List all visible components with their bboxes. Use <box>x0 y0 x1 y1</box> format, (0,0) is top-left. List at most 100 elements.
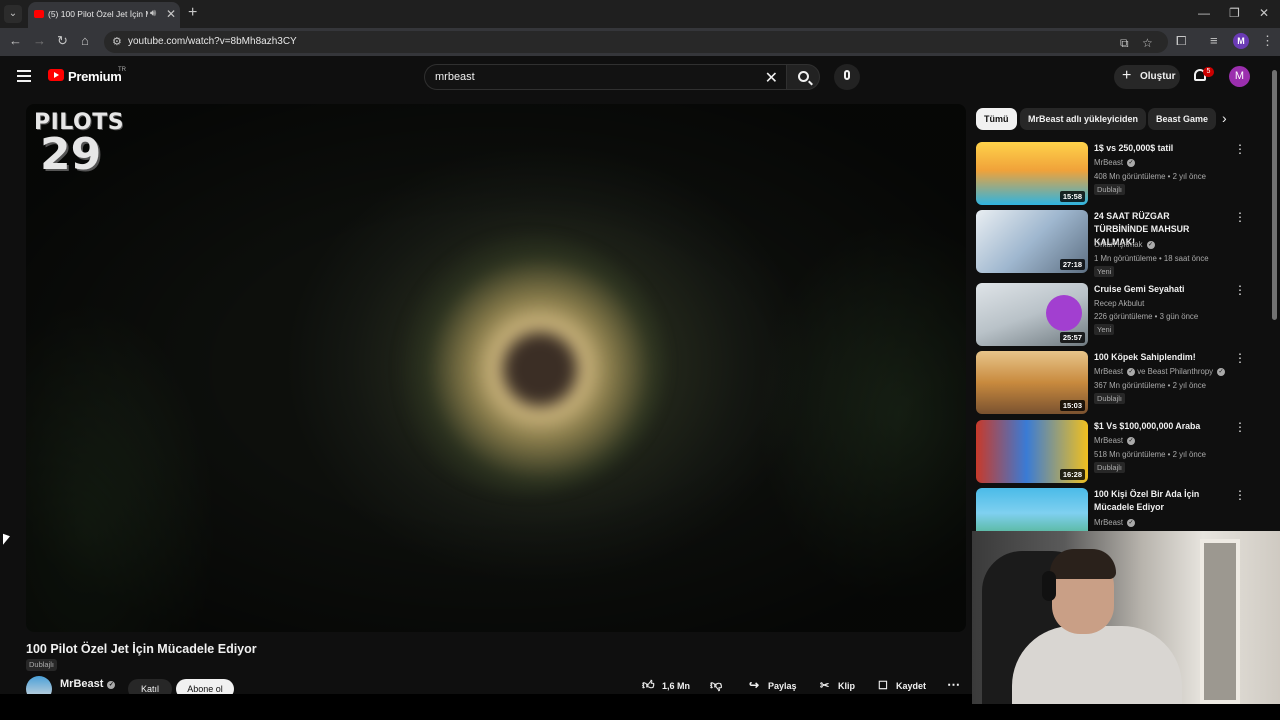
chip-all[interactable]: Tümü <box>976 108 1017 130</box>
more-actions-icon[interactable]: ⋯ <box>947 677 960 693</box>
search-input[interactable]: mrbeast ✕ <box>424 64 786 90</box>
chips-next-chevron-icon[interactable]: › <box>1222 110 1227 126</box>
voice-search-button[interactable] <box>834 64 860 90</box>
new-tag: Yeni <box>1094 266 1115 277</box>
more-options-icon[interactable]: ⋮ <box>1234 284 1246 296</box>
clip-button[interactable]: Klip <box>838 681 855 691</box>
youtube-masthead: Premium TR mrbeast ✕ + Oluştur 5 M <box>0 56 1280 98</box>
create-button[interactable]: + Oluştur <box>1114 65 1180 89</box>
forward-icon[interactable]: → <box>33 33 46 48</box>
recommendation-channel: MrBeast ✓ ve Beast Philanthropy ✓ <box>1094 367 1226 376</box>
video-thumbnail[interactable]: 27:18 <box>976 210 1088 273</box>
search-button[interactable] <box>786 64 820 90</box>
recommendation-title: $1 Vs $100,000,000 Araba <box>1094 421 1201 431</box>
channel-extra-text: ve Beast Philanthropy <box>1137 367 1214 376</box>
recommendation-item[interactable]: 15:58 1$ vs 250,000$ tatil MrBeast ✓ 408 … <box>976 142 1246 206</box>
video-vignette <box>26 104 966 632</box>
youtube-logo-icon[interactable] <box>48 69 64 81</box>
video-thumbnail[interactable] <box>976 488 1088 531</box>
back-icon[interactable]: ← <box>9 33 22 48</box>
extensions-icon[interactable]: ⧠ <box>1176 33 1186 49</box>
more-options-icon[interactable]: ⋮ <box>1234 143 1246 155</box>
home-icon[interactable]: ⌂ <box>81 33 89 48</box>
more-options-icon[interactable]: ⋮ <box>1234 352 1246 364</box>
create-label: Oluştur <box>1140 71 1176 82</box>
site-info-icon[interactable]: ⚙ <box>112 35 122 48</box>
recommendation-item[interactable]: 27:18 24 SAAT RÜZGAR TÜRBİNİNDE MAHSUR K… <box>976 210 1246 277</box>
more-options-icon[interactable]: ⋮ <box>1234 211 1246 223</box>
duration-badge: 25:57 <box>1059 332 1085 343</box>
account-avatar[interactable]: M <box>1229 66 1250 87</box>
browser-profile-avatar[interactable]: M <box>1233 33 1249 49</box>
chip-beast-games[interactable]: Beast Game <box>1148 108 1216 130</box>
window-close-icon[interactable]: ✕ <box>1259 6 1269 20</box>
reload-icon[interactable]: ↻ <box>57 33 68 49</box>
duration-badge: 15:58 <box>1059 191 1085 202</box>
recommendation-title: Cruise Gemi Seyahati <box>1094 284 1185 294</box>
channel-name[interactable]: MrBeast ✓ <box>60 678 116 690</box>
new-tag: Yeni <box>1094 324 1115 335</box>
video-thumbnail[interactable]: 15:58 <box>976 142 1088 205</box>
media-controls-icon[interactable]: ≡ <box>1210 33 1218 48</box>
recommendation-item[interactable]: 15:03 100 Köpek Sahiplendim! MrBeast ✓ ve… <box>976 351 1246 415</box>
recommendation-stats: 408 Mn görüntüleme • 2 yıl önce <box>1094 172 1206 181</box>
recommendation-item[interactable]: 100 Kişi Özel Bir Ada İçin Mücadele Ediy… <box>976 488 1246 531</box>
browser-toolbar: ← → ↻ ⌂ ⚙ youtube.com/watch?v=8bMh8azh3C… <box>0 28 1280 56</box>
clip-scissors-icon[interactable]: ✂ <box>820 679 829 692</box>
duration-badge: 15:03 <box>1059 400 1085 411</box>
video-title: 100 Pilot Özel Jet İçin Mücadele Ediyor <box>26 642 257 656</box>
video-thumbnail[interactable]: 15:03 <box>976 351 1088 414</box>
recommendation-title: 100 Köpek Sahiplendim! <box>1094 352 1196 362</box>
share-icon[interactable]: ↪ <box>749 678 759 692</box>
pilots-count: 29 <box>40 129 102 180</box>
save-playlist-icon[interactable]: ☐ <box>878 679 888 692</box>
audio-playing-icon[interactable]: 🔊︎ <box>150 8 156 19</box>
recommendation-channel: MrBeast ✓ <box>1094 158 1136 167</box>
browser-tabstrip: ⌄ (5) 100 Pilot Özel Jet İçin Mü 🔊︎ ✕ + … <box>0 0 1280 28</box>
restore-icon[interactable]: ❐ <box>1229 6 1240 20</box>
clear-search-icon[interactable]: ✕ <box>765 68 778 88</box>
verified-icon: ✓ <box>1127 159 1136 167</box>
webcam-overlay <box>972 531 1280 704</box>
plus-icon: + <box>1122 67 1132 84</box>
more-options-icon[interactable]: ⋮ <box>1234 489 1246 501</box>
microphone-icon <box>844 70 850 80</box>
page-scrollbar[interactable] <box>1272 70 1277 320</box>
recommendation-item[interactable]: 25:57 Cruise Gemi Seyahati Recep Akbulut… <box>976 283 1246 347</box>
like-count[interactable]: 1,6 Mn <box>662 681 690 691</box>
bookmark-star-icon[interactable]: ☆ <box>1142 36 1153 50</box>
browser-menu-icon[interactable]: ⋮ <box>1261 33 1274 49</box>
tab-search-icon[interactable]: ⌄ <box>4 5 22 23</box>
channel-text: MrBeast <box>1094 367 1124 376</box>
video-thumbnail[interactable]: 25:57 <box>976 283 1088 346</box>
save-button[interactable]: Kaydet <box>896 681 926 691</box>
filter-chips: Tümü MrBeast adlı yükleyiciden Beast Gam… <box>976 108 1216 130</box>
verified-icon: ✓ <box>1217 368 1226 376</box>
pilots-counter-overlay: PILOTS 29 <box>34 110 144 180</box>
recommendation-title: 100 Kişi Özel Bir Ada İçin Mücadele Ediy… <box>1094 489 1200 512</box>
brand-label[interactable]: Premium <box>68 69 122 84</box>
video-thumbnail[interactable]: 16:28 <box>976 420 1088 483</box>
video-player[interactable]: PILOTS 29 <box>26 104 966 632</box>
more-options-icon[interactable]: ⋮ <box>1234 421 1246 433</box>
browser-tab[interactable]: (5) 100 Pilot Özel Jet İçin Mü 🔊︎ ✕ <box>28 2 180 28</box>
new-tab-icon[interactable]: + <box>188 4 197 22</box>
like-icon[interactable]: 👍︎ <box>642 678 655 693</box>
recommendation-item[interactable]: 16:28 $1 Vs $100,000,000 Araba MrBeast ✓ … <box>976 420 1246 484</box>
recommendation-stats: 1 Mn görüntüleme • 18 saat önce <box>1094 254 1209 263</box>
recommendation-channel: MrBeast ✓ <box>1094 436 1136 445</box>
share-button[interactable]: Paylaş <box>768 681 797 691</box>
minimize-icon[interactable]: — <box>1198 6 1210 20</box>
address-bar[interactable]: ⚙ youtube.com/watch?v=8bMh8azh3CY ⧉ ☆ <box>104 31 1168 53</box>
duration-badge: 16:28 <box>1059 469 1085 480</box>
cruise-badge-icon <box>1046 295 1082 331</box>
tab-close-icon[interactable]: ✕ <box>166 7 176 21</box>
chip-from-uploader[interactable]: MrBeast adlı yükleyiciden <box>1020 108 1147 130</box>
verified-icon: ✓ <box>1146 241 1155 249</box>
guide-menu-icon[interactable] <box>17 70 31 82</box>
install-app-icon[interactable]: ⧉ <box>1120 36 1129 51</box>
dislike-icon[interactable]: 👎︎ <box>710 678 722 693</box>
channel-name-text: MrBeast <box>60 678 104 690</box>
recommendation-channel: Recep Akbulut <box>1094 299 1145 308</box>
notification-count-badge: 5 <box>1203 67 1214 77</box>
